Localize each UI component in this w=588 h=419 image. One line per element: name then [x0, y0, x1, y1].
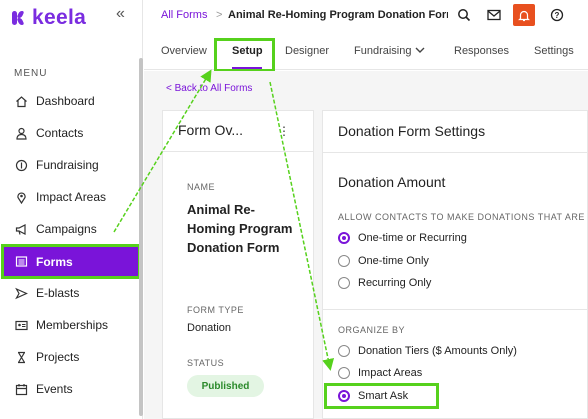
- collapse-sidebar-icon[interactable]: «: [116, 5, 125, 23]
- sidebar-item-dashboard[interactable]: Dashboard: [0, 85, 138, 117]
- radio-label: Recurring Only: [358, 277, 432, 289]
- sidebar-scrollbar[interactable]: [139, 58, 143, 416]
- settings-header: Donation Form Settings: [323, 111, 587, 153]
- tab-settings[interactable]: Settings: [534, 45, 574, 57]
- hourglass-icon: [14, 350, 28, 364]
- megaphone-icon: [14, 222, 28, 236]
- home-icon: [14, 94, 28, 108]
- form-tabs: Overview Setup Designer Fundraising Resp…: [144, 34, 588, 70]
- back-to-all-forms-link[interactable]: < Back to All Forms: [166, 83, 252, 94]
- status-badge: Published: [187, 375, 264, 397]
- keela-logo[interactable]: keela: [12, 6, 86, 30]
- form-type-label: FORM TYPE: [187, 305, 244, 315]
- send-icon: [14, 286, 28, 300]
- form-overview-title: Form Ov...: [178, 122, 244, 138]
- sidebar-item-fundraising[interactable]: Fundraising: [0, 149, 138, 181]
- mail-icon[interactable]: [485, 6, 503, 24]
- pin-icon: [14, 190, 28, 204]
- radio-label: Donation Tiers ($ Amounts Only): [358, 345, 517, 357]
- radio-button[interactable]: [338, 367, 350, 379]
- kebab-menu-icon[interactable]: ⋮: [278, 124, 290, 138]
- radio-button[interactable]: [338, 255, 350, 267]
- sidebar-item-impact-areas[interactable]: Impact Areas: [0, 181, 138, 213]
- sidebar-item-label: Events: [36, 382, 73, 396]
- radio-one-time-or-recurring[interactable]: One-time or Recurring: [338, 232, 467, 244]
- radio-one-time-only[interactable]: One-time Only: [338, 255, 429, 267]
- bell-icon[interactable]: [513, 4, 535, 26]
- tab-fundraising[interactable]: Fundraising: [354, 45, 425, 57]
- status-label: STATUS: [187, 358, 225, 368]
- tab-fundraising-label: Fundraising: [354, 45, 412, 57]
- radio-button[interactable]: [338, 232, 350, 244]
- help-icon[interactable]: ?: [548, 6, 566, 24]
- setup-tab-highlight: [214, 38, 275, 72]
- sidebar-item-label: E-blasts: [36, 286, 80, 300]
- form-name: Animal Re-Homing Program Donation Form: [187, 202, 293, 255]
- search-icon[interactable]: [455, 6, 473, 24]
- svg-text:?: ?: [555, 11, 560, 20]
- chevron-down-icon: [415, 47, 425, 53]
- settings-title: Donation Form Settings: [338, 123, 486, 139]
- coin-icon: [14, 158, 28, 172]
- sidebar-item-memberships[interactable]: Memberships: [0, 309, 138, 341]
- person-icon: [14, 126, 28, 140]
- sidebar-item-e-blasts[interactable]: E-blasts: [0, 277, 138, 309]
- sidebar-item-label: Dashboard: [36, 94, 95, 108]
- calendar-icon: [14, 382, 28, 396]
- radio-impact-areas[interactable]: Impact Areas: [338, 367, 422, 379]
- sidebar-item-projects[interactable]: Projects: [0, 341, 138, 373]
- radio-button[interactable]: [338, 345, 350, 357]
- sidebar-item-label: Contacts: [36, 126, 84, 140]
- radio-button[interactable]: [338, 277, 350, 289]
- section-divider: [322, 309, 588, 310]
- form-overview-header: Form Ov... ⋮: [163, 111, 313, 152]
- radio-label: One-time Only: [358, 255, 429, 267]
- keela-logo-icon: [12, 11, 26, 25]
- breadcrumb-current: Animal Re-Homing Program Donation Forn: [228, 9, 448, 21]
- sidebar-item-label: Impact Areas: [36, 190, 107, 204]
- list-icon: [14, 255, 28, 269]
- brand-name: keela: [32, 6, 87, 29]
- form-type-value: Donation: [187, 322, 232, 334]
- id-card-icon: [14, 318, 28, 332]
- radio-donation-tiers[interactable]: Donation Tiers ($ Amounts Only): [338, 345, 517, 357]
- radio-label: One-time or Recurring: [358, 232, 467, 244]
- sidebar-item-label: Memberships: [36, 318, 109, 332]
- sidebar-item-label: Campaigns: [36, 222, 97, 236]
- donation-amount-title: Donation Amount: [338, 174, 446, 190]
- sidebar-item-forms[interactable]: Forms: [1, 244, 141, 279]
- breadcrumb-all-forms[interactable]: All Forms: [161, 9, 207, 21]
- sidebar-item-events[interactable]: Events: [0, 373, 138, 405]
- name-label: NAME: [187, 182, 216, 192]
- radio-recurring-only[interactable]: Recurring Only: [338, 277, 431, 289]
- sidebar-item-contacts[interactable]: Contacts: [0, 117, 138, 149]
- top-bar: All Forms > Animal Re-Homing Program Don…: [144, 0, 588, 34]
- sidebar-item-label: Fundraising: [36, 158, 99, 172]
- sidebar: keela « MENU Dashboard Contacts Fundrais…: [0, 0, 143, 419]
- menu-label: MENU: [14, 68, 48, 79]
- tab-overview[interactable]: Overview: [161, 45, 207, 57]
- sidebar-item-label: Projects: [36, 350, 80, 364]
- sidebar-item-campaigns[interactable]: Campaigns: [0, 213, 138, 245]
- tab-responses[interactable]: Responses: [454, 45, 509, 57]
- form-overview-card: Form Ov... ⋮: [162, 110, 314, 419]
- smart-ask-highlight: [324, 383, 439, 409]
- tab-designer[interactable]: Designer: [285, 45, 329, 57]
- breadcrumb-separator: >: [216, 9, 223, 21]
- allow-contacts-label: ALLOW CONTACTS TO MAKE DONATIONS THAT AR…: [338, 212, 585, 222]
- organize-by-label: ORGANIZE BY: [338, 325, 406, 335]
- sidebar-item-label: Forms: [36, 254, 73, 269]
- radio-label: Impact Areas: [358, 367, 423, 379]
